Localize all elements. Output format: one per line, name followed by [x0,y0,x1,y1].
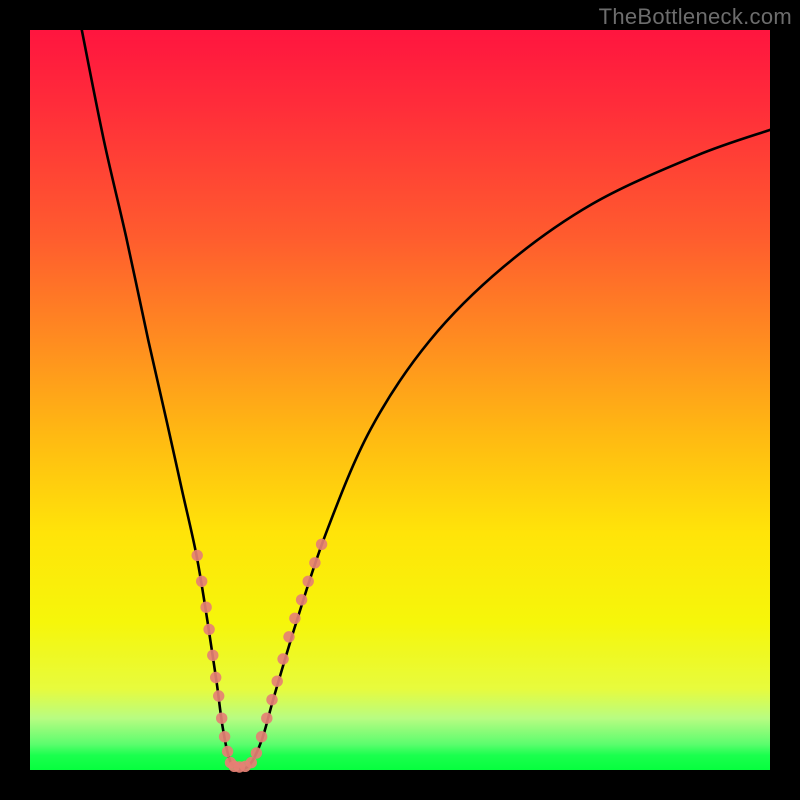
curve-marker [277,653,288,664]
curve-marker [207,650,218,661]
curve-marker [316,539,327,550]
curve-marker [210,672,221,683]
curve-marker [296,594,307,605]
curve-marker [261,713,272,724]
curve-marker [303,576,314,587]
curve-marker [246,757,257,768]
curve-marker [251,747,262,758]
curve-marker [309,557,320,568]
curve-marker [216,713,227,724]
curve-marker [213,690,224,701]
curve-marker [266,694,277,705]
curve-markers [192,539,328,773]
curve-marker [222,746,233,757]
curve-marker [289,613,300,624]
curve-marker [203,624,214,635]
curve-marker [256,731,267,742]
chart-svg [30,30,770,770]
curve-marker [192,550,203,561]
curve-marker [200,602,211,613]
curve-marker [283,631,294,642]
bottleneck-curve [82,30,770,769]
watermark-text: TheBottleneck.com [599,4,792,30]
curve-marker [219,731,230,742]
curve-marker [272,676,283,687]
curve-marker [196,576,207,587]
plot-area [30,30,770,770]
chart-container: TheBottleneck.com [0,0,800,800]
